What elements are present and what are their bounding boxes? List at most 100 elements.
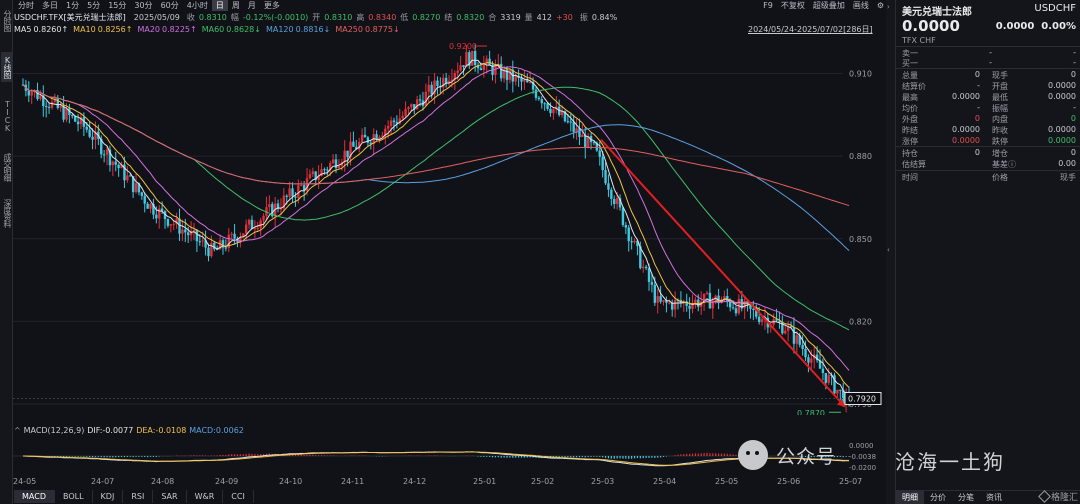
candle-body: [630, 241, 633, 243]
app-window: 分时图 K线图 TICK 成交明细深度资料 分时 多日 1分 5分 15分 30分 60分 4小时日…: [0, 0, 1080, 504]
candle-body: [546, 103, 549, 109]
candle-body: [250, 219, 254, 229]
panel-tab-0[interactable]: 明细: [896, 491, 924, 504]
panel-chg-value: 0.0000: [995, 21, 1035, 32]
macd-y-tick: -0.0038: [849, 453, 876, 461]
candle-body: [752, 308, 755, 311]
indicator-tab-3[interactable]: RSI: [123, 490, 154, 503]
indicator-tab-5[interactable]: W&R: [187, 490, 224, 503]
kline-chart[interactable]: 0.9100.8800.8500.8200.7900.92000.78700.7…: [13, 35, 885, 415]
high-value: 0.8340: [368, 13, 397, 22]
candle-body: [158, 208, 161, 219]
timeframe-6[interactable]: 60分: [157, 0, 183, 11]
indicator-tab-2[interactable]: KDJ: [93, 490, 124, 503]
chevron-left-icon[interactable]: ‹: [887, 246, 890, 254]
candle-body: [230, 233, 233, 235]
chevron-right-icon[interactable]: ›: [887, 3, 890, 11]
timeframe-9[interactable]: 周: [228, 0, 244, 11]
toolbar-right-item-4[interactable]: ⚙: [877, 1, 884, 10]
brand-text: 格隆汇: [1050, 493, 1078, 503]
candle-body: [178, 218, 181, 234]
timeframe-2[interactable]: 1分: [62, 0, 83, 11]
indicator-tab-1[interactable]: BOLL: [55, 490, 93, 503]
timeframe-3[interactable]: 5分: [83, 0, 104, 11]
candle-body: [653, 284, 657, 303]
stats-label-right: 内盘: [992, 115, 1008, 124]
stats-value-right: 0.0000: [1048, 125, 1076, 134]
vertical-scrollbar[interactable]: › ‹: [886, 0, 895, 504]
timeframe-8[interactable]: 日: [211, 0, 228, 11]
ma-item-2: MA20 0.8225↑: [137, 25, 196, 34]
date-range-link[interactable]: 2024/05/24-2025/07/02[286日]: [748, 24, 873, 35]
trade-header: 时间 价格 现手: [902, 172, 1076, 183]
panel-sub: TFX CHF: [902, 36, 936, 45]
candle-body: [488, 58, 491, 65]
dif-line: [22, 451, 849, 467]
candle-body: [65, 108, 68, 120]
left-nav-item-1[interactable]: K线图: [1, 52, 12, 82]
stats-value-left: 0.0000: [952, 92, 980, 101]
candle-body: [662, 300, 665, 302]
stats-row: 外盘 0 内盘 0: [902, 114, 1076, 125]
x-tick-label: 25-01: [473, 477, 496, 486]
indicator-tab-0[interactable]: MACD: [14, 490, 55, 503]
timeframe-7[interactable]: 4小时: [183, 0, 212, 11]
candle-body: [126, 175, 129, 181]
macd-collapse-icon[interactable]: ^: [14, 426, 21, 435]
panel-tab-3[interactable]: 资讯: [980, 491, 1008, 504]
timeframe-10[interactable]: 月: [244, 0, 260, 11]
candle-body: [192, 229, 196, 232]
candle-body: [566, 121, 570, 123]
candle-body: [59, 106, 62, 108]
left-nav-item-4[interactable]: 深度资料: [1, 195, 12, 231]
candle-body: [256, 227, 259, 229]
trend-line: [600, 138, 846, 408]
y-tick-label: 0.820: [849, 317, 872, 326]
indicator-tab-6[interactable]: CCI: [223, 490, 254, 503]
watermark-text: 公众号: [776, 445, 837, 468]
candle-body: [262, 215, 265, 221]
low-marker-label: 0.7870: [797, 409, 825, 415]
toolbar-right-item-3[interactable]: 画线: [853, 0, 869, 11]
candle-body: [824, 372, 828, 383]
candle-body: [804, 348, 807, 358]
candle-body: [578, 128, 581, 138]
candle-body: [792, 327, 796, 344]
stats-row: 昨结 0.0000 昨收 0.0000: [902, 125, 1076, 136]
panel-tab-2[interactable]: 分笔: [952, 491, 980, 504]
indicator-tab-4[interactable]: SAR: [153, 490, 187, 503]
candle-body: [207, 247, 210, 257]
candle-body: [88, 129, 91, 137]
candle-body: [331, 159, 335, 164]
candle-body: [613, 198, 616, 205]
candle-body: [326, 169, 329, 171]
candle-body: [155, 214, 158, 219]
candle-body: [598, 150, 601, 157]
candle-body: [346, 150, 349, 158]
vol-label: 量: [524, 13, 533, 22]
panel-tab-1[interactable]: 分价: [924, 491, 952, 504]
candle-body: [111, 161, 115, 166]
timeframe-0[interactable]: 分时: [14, 0, 38, 11]
candle-body: [615, 198, 619, 205]
toolbar-right-item-0[interactable]: F9: [763, 1, 773, 10]
timeframe-5[interactable]: 30分: [130, 0, 156, 11]
candle-body: [285, 195, 288, 197]
left-nav-item-0[interactable]: 分时图: [1, 2, 12, 38]
candle-body: [105, 149, 109, 155]
candle-body: [688, 305, 691, 309]
timeframe-4[interactable]: 15分: [104, 0, 130, 11]
toolbar-right-item-1[interactable]: 不复权: [781, 0, 805, 11]
candle-body: [528, 82, 532, 84]
orderbook-price: -: [989, 58, 992, 67]
timeframe-1[interactable]: 多日: [38, 0, 62, 11]
candle-body: [233, 233, 236, 239]
x-tick-label: 25-04: [653, 477, 676, 486]
y-tick-label: 0.850: [849, 235, 872, 244]
candle-body: [172, 224, 175, 226]
left-nav-item-3[interactable]: 成交明细: [1, 146, 12, 188]
stats-value-right: 0: [1070, 114, 1076, 123]
toolbar-right-item-2[interactable]: 超级叠加: [813, 0, 845, 11]
left-nav-item-2[interactable]: TICK: [1, 94, 12, 138]
timeframe-11[interactable]: 更多: [260, 0, 284, 11]
